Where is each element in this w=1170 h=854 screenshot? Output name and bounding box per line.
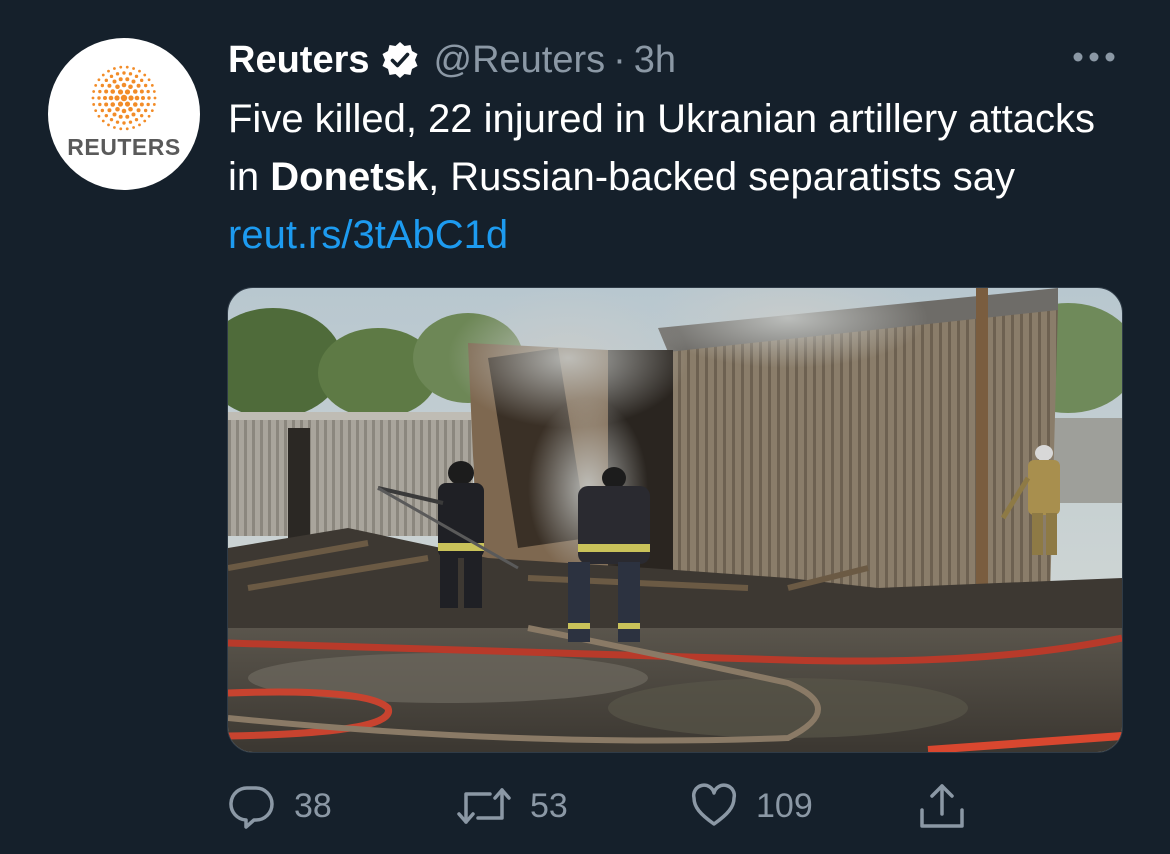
header-separator: ·: [613, 38, 626, 81]
retweet-count: 53: [530, 786, 568, 825]
share-icon: [920, 784, 964, 828]
tweet-link[interactable]: reut.rs/3tAbC1d: [228, 213, 508, 257]
reuters-avatar[interactable]: REUTERS: [48, 38, 200, 190]
tweet-timestamp[interactable]: 3h: [634, 39, 676, 82]
share-button[interactable]: [916, 776, 968, 836]
account-name[interactable]: Reuters: [228, 39, 370, 82]
fire-scene-image: [228, 288, 1122, 752]
tweet-text-bold: Donetsk: [270, 155, 429, 199]
retweet-button[interactable]: 53: [456, 776, 568, 836]
retweet-icon: [457, 788, 511, 824]
reuters-logo-icon: [91, 65, 157, 131]
reuters-logo-text: REUTERS: [67, 134, 181, 160]
reply-icon: [229, 786, 274, 829]
tweet-actions: 38 53 109: [0, 776, 1170, 836]
tweet-photo[interactable]: [227, 287, 1123, 753]
verified-badge-icon: [382, 42, 417, 78]
heart-icon: [691, 783, 737, 826]
tweet-text-part: , Russian-backed separatists say: [428, 155, 1015, 199]
like-count: 109: [756, 786, 813, 825]
tweet-header: Reuters @Reuters · 3h: [228, 30, 676, 90]
reply-button[interactable]: 38: [228, 776, 332, 836]
more-dots-icon[interactable]: [1068, 44, 1120, 70]
account-handle[interactable]: @Reuters: [434, 39, 606, 82]
reply-count: 38: [294, 786, 332, 825]
like-button[interactable]: 109: [690, 776, 813, 836]
tweet-text: Five killed, 22 injured in Ukranian arti…: [228, 90, 1128, 264]
